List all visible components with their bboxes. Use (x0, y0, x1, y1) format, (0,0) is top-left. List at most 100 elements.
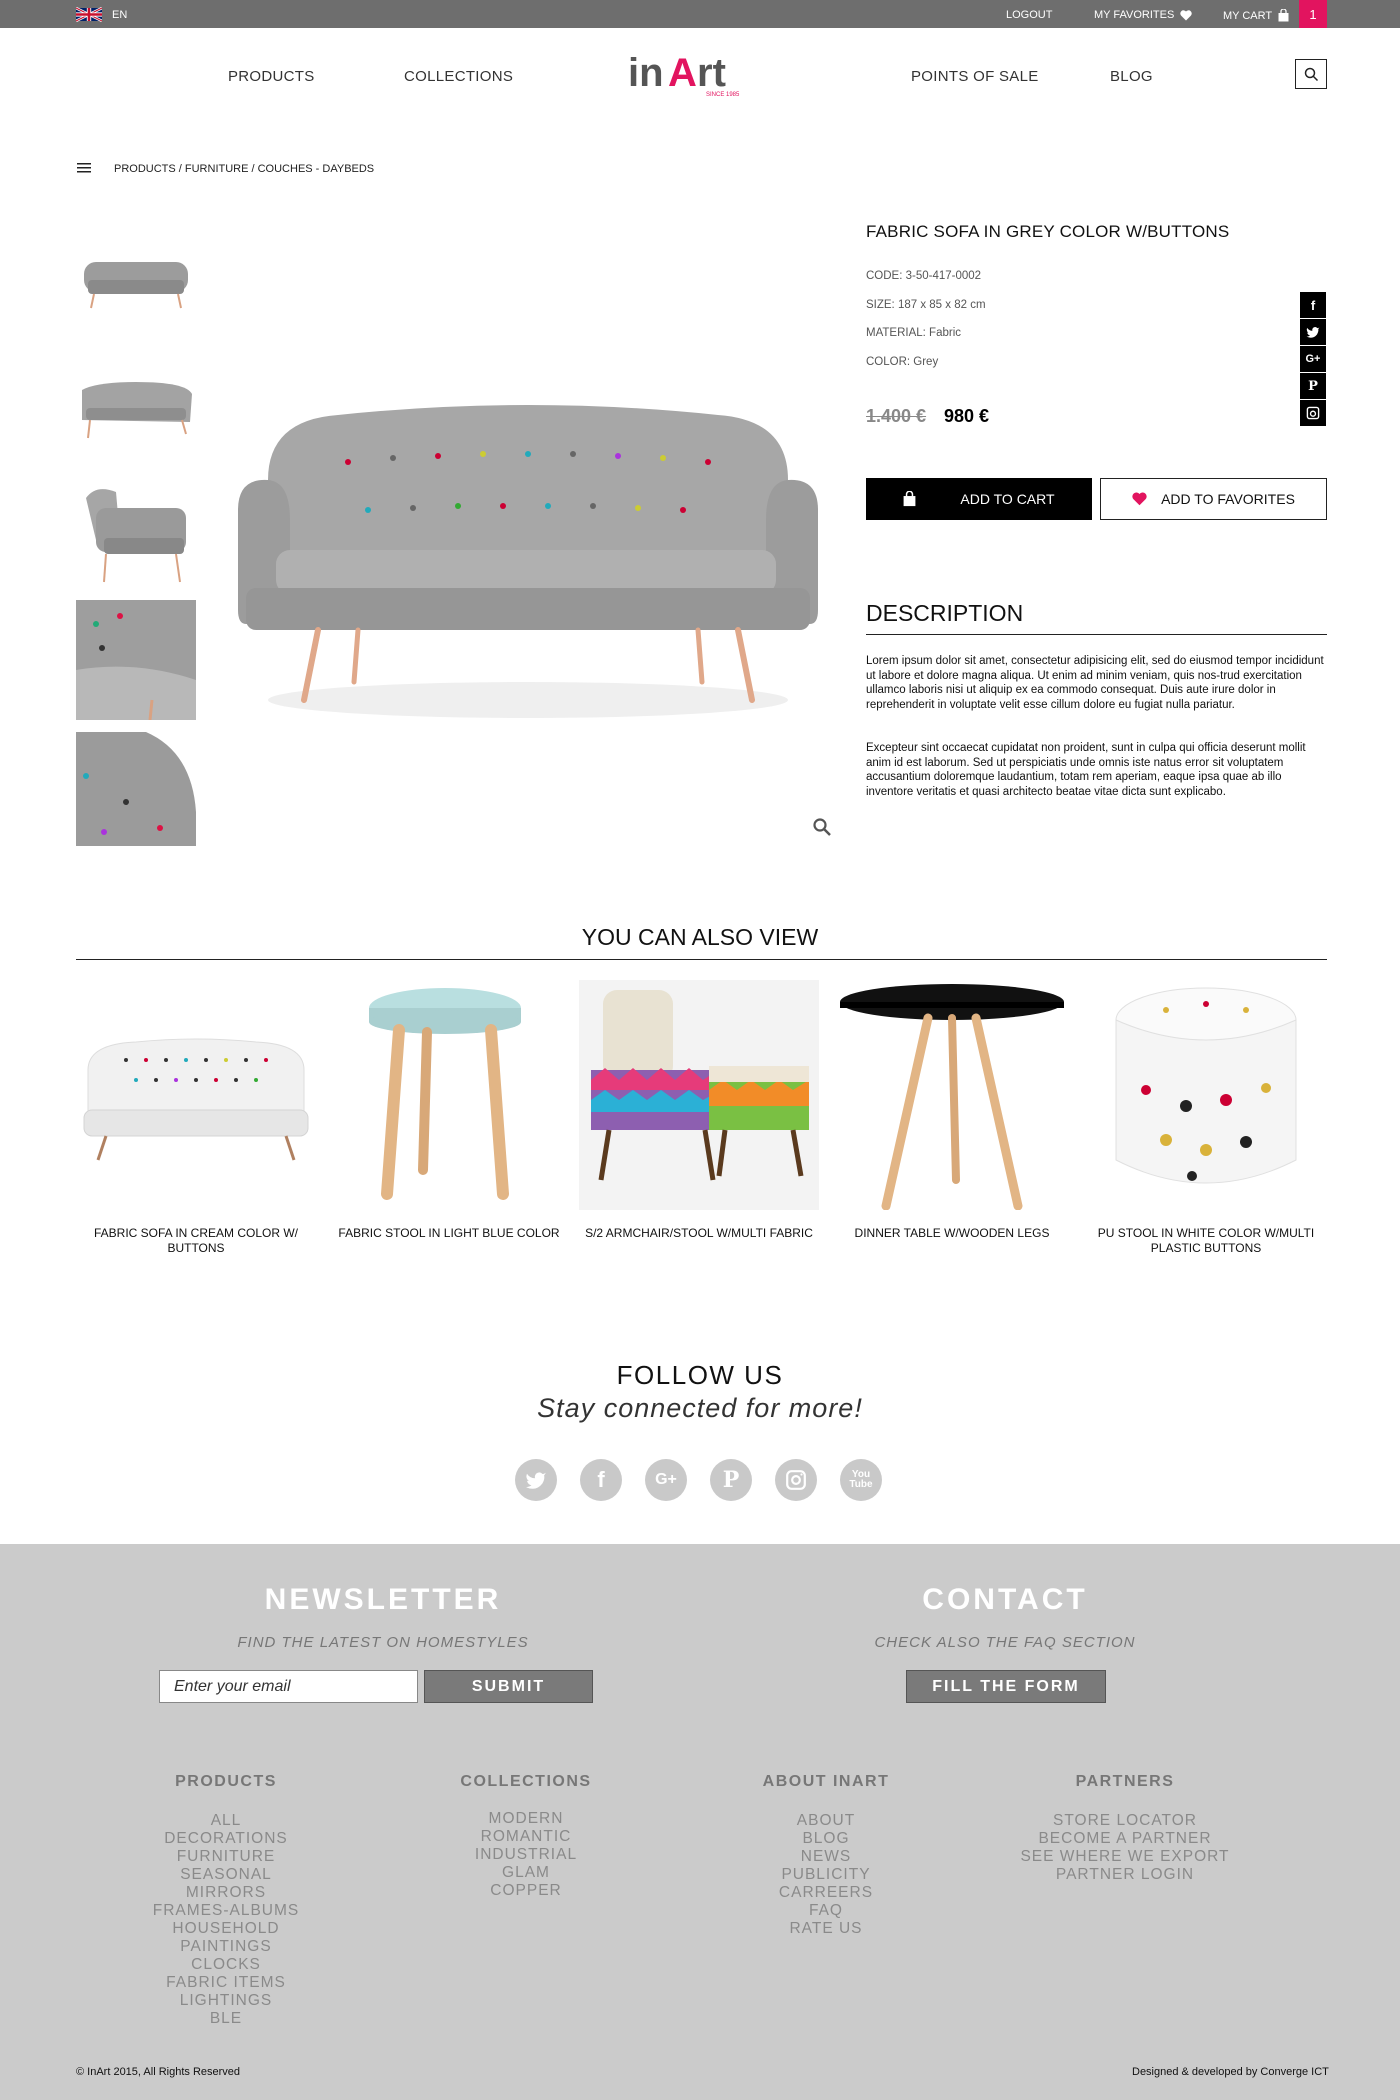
hamburger-menu-icon[interactable] (77, 163, 91, 173)
product-thumbnail-1[interactable] (76, 240, 196, 330)
follow-twitter-button[interactable] (515, 1459, 557, 1501)
search-icon (1304, 67, 1318, 81)
footer-link[interactable]: ABOUT (716, 1812, 936, 1830)
newsletter-subtitle: FIND THE LATEST ON HOMESTYLES (237, 1634, 529, 1651)
logout-link[interactable]: LOGOUT (1006, 9, 1052, 21)
search-button[interactable] (1295, 59, 1327, 89)
footer-link[interactable]: FAQ (716, 1902, 936, 1920)
footer-link[interactable]: STORE LOCATOR (1015, 1812, 1235, 1830)
fill-the-form-button[interactable]: FILL THE FORM (906, 1670, 1106, 1703)
footer-link[interactable]: BLE (116, 2010, 336, 2028)
top-bar: EN LOGOUT MY FAVORITES MY CART 1 (0, 0, 1400, 28)
share-google-plus-button[interactable]: G+ (1300, 346, 1326, 372)
add-to-favorites-button[interactable]: ADD TO FAVORITES (1100, 478, 1327, 520)
footer-link[interactable]: FURNITURE (116, 1848, 336, 1866)
nav-collections[interactable]: COLLECTIONS (404, 68, 513, 85)
follow-google-plus-button[interactable]: G+ (645, 1459, 687, 1501)
footer-collections-heading: COLLECTIONS (460, 1773, 592, 1790)
google-plus-icon: G+ (655, 1471, 677, 1488)
footer-link[interactable]: PAINTINGS (116, 1938, 336, 1956)
follow-pinterest-button[interactable]: P (710, 1459, 752, 1501)
share-instagram-button[interactable] (1300, 400, 1326, 426)
follow-facebook-button[interactable]: f (580, 1459, 622, 1501)
related-product-label-3[interactable]: S/2 ARMCHAIR/STOOL W/MULTI FABRIC (579, 1226, 819, 1241)
twitter-icon (526, 1472, 546, 1489)
description-divider (866, 634, 1327, 635)
shopping-bag-icon (1278, 9, 1289, 22)
related-product-label-2[interactable]: FABRIC STOOL IN LIGHT BLUE COLOR (329, 1226, 569, 1241)
pinterest-icon: P (1308, 378, 1318, 394)
footer-link[interactable]: RATE US (716, 1920, 936, 1938)
nav-points-of-sale[interactable]: POINTS OF SALE (911, 68, 1039, 85)
product-thumbnail-5[interactable] (76, 732, 196, 846)
product-size: SIZE: 187 x 85 x 82 cm (866, 299, 986, 311)
footer-link[interactable]: CLOCKS (116, 1956, 336, 1974)
zoom-icon[interactable] (812, 817, 832, 837)
shopping-bag-icon (904, 491, 916, 507)
share-twitter-button[interactable] (1300, 319, 1326, 345)
footer-link[interactable]: LIGHTINGS (116, 1992, 336, 2010)
svg-text:A: A (668, 51, 697, 95)
add-to-cart-label: ADD TO CART (960, 491, 1055, 507)
nav-blog[interactable]: BLOG (1110, 68, 1153, 85)
related-product-label-4[interactable]: DINNER TABLE W/WOODEN LEGS (832, 1226, 1072, 1241)
footer-link[interactable]: MODERN (416, 1810, 636, 1828)
related-divider (76, 959, 1327, 960)
product-thumbnail-3[interactable] (76, 478, 196, 588)
footer-about-heading: ABOUT INART (762, 1773, 890, 1790)
newsletter-title: NEWSLETTER (264, 1583, 502, 1616)
newsletter-email-input[interactable] (159, 1670, 418, 1703)
nav-products[interactable]: PRODUCTS (228, 68, 315, 85)
follow-us-subtitle: Stay connected for more! (537, 1393, 863, 1423)
cart-count-badge[interactable]: 1 (1299, 0, 1327, 28)
footer-link[interactable]: ALL (116, 1812, 336, 1830)
my-favorites-link[interactable]: MY FAVORITES (1094, 9, 1192, 21)
product-color: COLOR: Grey (866, 356, 939, 368)
product-thumbnail-4[interactable] (76, 600, 196, 720)
footer-link[interactable]: SEASONAL (116, 1866, 336, 1884)
current-price: 980 € (944, 406, 990, 426)
product-thumbnail-2[interactable] (76, 360, 196, 450)
contact-title: CONTACT (922, 1583, 1088, 1616)
related-product-label-5[interactable]: PU STOOL IN WHITE COLOR W/MULTI PLASTIC … (1086, 1226, 1326, 1256)
inart-logo[interactable]: in A rt SINCE 1985 (628, 48, 763, 100)
follow-youtube-button[interactable]: You Tube (840, 1459, 882, 1501)
footer-link[interactable]: MIRRORS (116, 1884, 336, 1902)
related-product-image-3[interactable] (579, 980, 819, 1210)
my-cart-link[interactable]: MY CART (1223, 9, 1289, 22)
footer-link[interactable]: PARTNER LOGIN (1015, 1866, 1235, 1884)
add-to-cart-button[interactable]: ADD TO CART (866, 478, 1092, 520)
related-products-title: YOU CAN ALSO VIEW (581, 924, 819, 950)
footer-link[interactable]: FABRIC ITEMS (116, 1974, 336, 1992)
footer-link[interactable]: DECORATIONS (116, 1830, 336, 1848)
related-product-image-5[interactable] (1086, 980, 1326, 1210)
footer-link[interactable]: CARREERS (716, 1884, 936, 1902)
footer-link[interactable]: ROMANTIC (416, 1828, 636, 1846)
related-product-image-1[interactable] (76, 980, 316, 1210)
related-product-image-2[interactable] (325, 980, 565, 1210)
main-product-image[interactable] (228, 370, 828, 750)
developer-credit[interactable]: Designed & developed by Converge ICT (1132, 2066, 1329, 2078)
footer-link[interactable]: SEE WHERE WE EXPORT (1015, 1848, 1235, 1866)
footer-link[interactable]: BLOG (716, 1830, 936, 1848)
footer-link[interactable]: COPPER (416, 1882, 636, 1900)
language-selector[interactable]: EN (112, 9, 127, 21)
uk-flag-icon[interactable] (76, 7, 102, 22)
footer-link[interactable]: HOUSEHOLD (116, 1920, 336, 1938)
breadcrumb[interactable]: PRODUCTS / FURNITURE / COUCHES - DAYBEDS (114, 163, 374, 175)
footer-link[interactable]: GLAM (416, 1864, 636, 1882)
heart-icon (1180, 9, 1192, 20)
product-material: MATERIAL: Fabric (866, 327, 961, 339)
share-facebook-button[interactable]: f (1300, 292, 1326, 318)
newsletter-submit-button[interactable]: SUBMIT (424, 1670, 593, 1703)
follow-instagram-button[interactable] (775, 1459, 817, 1501)
facebook-icon: f (1310, 297, 1316, 313)
related-product-label-1[interactable]: FABRIC SOFA IN CREAM COLOR W/ BUTTONS (76, 1226, 316, 1256)
footer-link[interactable]: PUBLICITY (716, 1866, 936, 1884)
share-pinterest-button[interactable]: P (1300, 373, 1326, 399)
footer-link[interactable]: FRAMES-ALBUMS (116, 1902, 336, 1920)
footer-link[interactable]: BECOME A PARTNER (1015, 1830, 1235, 1848)
footer-link[interactable]: NEWS (716, 1848, 936, 1866)
related-product-image-4[interactable] (832, 980, 1072, 1210)
footer-link[interactable]: INDUSTRIAL (416, 1846, 636, 1864)
